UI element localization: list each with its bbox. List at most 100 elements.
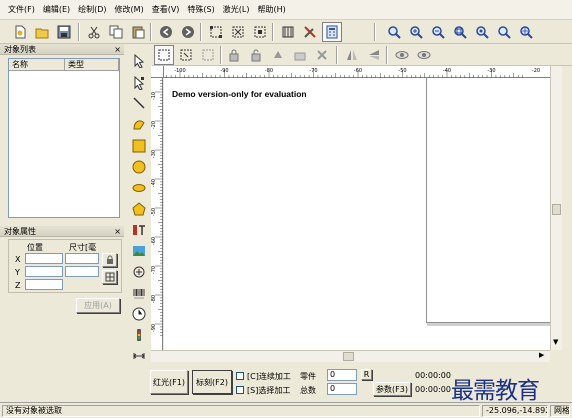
time-elapsed: 00:00:00 bbox=[415, 371, 451, 380]
tools-icon[interactable] bbox=[300, 22, 320, 42]
cut-icon[interactable] bbox=[84, 22, 104, 42]
menu-help[interactable]: 帮助(H) bbox=[253, 4, 289, 15]
mark-button[interactable]: 标刻(F2) bbox=[192, 370, 232, 394]
apply-button[interactable]: 应用(A) bbox=[76, 298, 120, 313]
object-props-title-text: 对象属性 bbox=[4, 227, 36, 236]
menu-draw[interactable]: 绘制(D) bbox=[74, 4, 110, 15]
vertical-scrollbar[interactable]: ▼ bbox=[550, 66, 562, 350]
vector-file-icon[interactable] bbox=[130, 263, 148, 281]
zoom-page-icon[interactable] bbox=[494, 22, 514, 42]
ruler-h-label: -40 bbox=[443, 68, 451, 74]
column-type[interactable]: 类型 bbox=[65, 59, 119, 71]
drawing-canvas[interactable]: Demo version-only for evaluation bbox=[164, 78, 550, 350]
lock-icon[interactable] bbox=[224, 45, 244, 65]
open-folder-icon[interactable] bbox=[32, 22, 52, 42]
menu-laser[interactable]: 激光(L) bbox=[219, 4, 254, 15]
hatch-icon[interactable] bbox=[278, 22, 298, 42]
ruler-h-label: -100 bbox=[174, 68, 185, 74]
polygon-icon[interactable] bbox=[130, 200, 148, 218]
scroll-down-icon[interactable]: ▼ bbox=[553, 338, 558, 346]
size-y-field[interactable] bbox=[65, 266, 99, 277]
size-x-field[interactable] bbox=[65, 253, 99, 264]
object-list-panel: 对象列表 × 名称 类型 bbox=[0, 44, 124, 222]
ellipse-icon[interactable] bbox=[130, 179, 148, 197]
zoom-out-icon[interactable] bbox=[428, 22, 448, 42]
parts-input[interactable]: 0 bbox=[327, 369, 357, 381]
line-icon[interactable] bbox=[130, 94, 148, 112]
lock-ratio-button[interactable] bbox=[102, 253, 117, 267]
bitmap-icon[interactable] bbox=[130, 242, 148, 260]
unlock-icon[interactable] bbox=[246, 45, 266, 65]
timer-icon[interactable] bbox=[130, 305, 148, 323]
total-input[interactable]: 0 bbox=[327, 383, 357, 395]
node-edit-icon[interactable] bbox=[206, 22, 226, 42]
menu-special[interactable]: 特殊(S) bbox=[183, 4, 218, 15]
group-icon[interactable] bbox=[268, 45, 288, 65]
menu-view[interactable]: 查看(V) bbox=[148, 4, 184, 15]
pos-y-field[interactable] bbox=[25, 266, 63, 277]
ungroup-icon[interactable] bbox=[290, 45, 310, 65]
zoom-selection-icon[interactable] bbox=[472, 22, 492, 42]
copy-icon[interactable] bbox=[106, 22, 126, 42]
redo-icon[interactable] bbox=[178, 22, 198, 42]
mirror-horizontal-icon[interactable] bbox=[342, 45, 362, 65]
node-delete-icon[interactable] bbox=[250, 22, 270, 42]
select-grid-icon[interactable] bbox=[198, 45, 218, 65]
mirror-vertical-icon[interactable] bbox=[364, 45, 384, 65]
z-label: Z bbox=[15, 281, 21, 290]
scroll-right-icon[interactable]: ▶ bbox=[539, 351, 544, 359]
combine-icon[interactable] bbox=[312, 45, 332, 65]
base-point-button[interactable] bbox=[102, 270, 117, 284]
save-icon[interactable] bbox=[54, 22, 74, 42]
object-list-box[interactable]: 名称 类型 bbox=[8, 58, 120, 218]
object-list-title: 对象列表 × bbox=[0, 44, 124, 55]
eye-icon[interactable] bbox=[392, 45, 412, 65]
paste-icon[interactable] bbox=[128, 22, 148, 42]
node-arrow-icon[interactable] bbox=[130, 74, 148, 92]
select-area-icon[interactable] bbox=[154, 45, 174, 65]
total-label: 总数 bbox=[300, 386, 316, 395]
ruler-v-label: -80 bbox=[151, 295, 157, 303]
reset-r-button[interactable]: R bbox=[361, 369, 372, 380]
select-process-checkbox[interactable] bbox=[236, 386, 244, 394]
ruler-v-label: -70 bbox=[151, 266, 157, 274]
horizontal-scrollbar[interactable]: ▶ bbox=[151, 350, 550, 362]
undo-icon[interactable] bbox=[156, 22, 176, 42]
node-add-icon[interactable] bbox=[228, 22, 248, 42]
menu-modify[interactable]: 修改(M) bbox=[111, 4, 148, 15]
continuous-checkbox[interactable] bbox=[236, 372, 244, 380]
red-light-button[interactable]: 红光(F1) bbox=[150, 370, 188, 394]
motion-icon[interactable] bbox=[130, 347, 148, 365]
object-list-close-icon[interactable]: × bbox=[114, 44, 121, 55]
status-message: 没有对象被选取 bbox=[2, 405, 480, 417]
zoom-in-icon[interactable] bbox=[406, 22, 426, 42]
status-grid[interactable]: 网格 bbox=[550, 405, 570, 417]
pos-x-field[interactable] bbox=[25, 253, 63, 264]
vertical-scroll-thumb[interactable] bbox=[552, 204, 561, 215]
new-file-icon[interactable] bbox=[10, 22, 30, 42]
work-area-edge bbox=[426, 78, 427, 322]
curve-icon[interactable] bbox=[130, 115, 148, 133]
calculator-icon[interactable] bbox=[322, 22, 342, 42]
ruler-v-label: -90 bbox=[151, 324, 157, 332]
column-name[interactable]: 名称 bbox=[9, 59, 65, 71]
zoom-all-icon[interactable] bbox=[450, 22, 470, 42]
eye-hide-icon[interactable] bbox=[414, 45, 434, 65]
select-cross-icon[interactable] bbox=[176, 45, 196, 65]
menu-file[interactable]: 文件(F) bbox=[4, 4, 39, 15]
rectangle-icon[interactable] bbox=[130, 137, 148, 155]
horizontal-scroll-thumb[interactable] bbox=[343, 352, 354, 361]
port-io-icon[interactable] bbox=[130, 326, 148, 344]
menu-edit[interactable]: 编辑(E) bbox=[39, 4, 74, 15]
param-button[interactable]: 参数(F3) bbox=[373, 382, 411, 396]
zoom-pan-icon[interactable] bbox=[516, 22, 536, 42]
pos-z-field[interactable] bbox=[25, 279, 63, 290]
object-props-close-icon[interactable]: × bbox=[114, 226, 121, 237]
circle-icon[interactable] bbox=[130, 158, 148, 176]
zoom-icon[interactable] bbox=[384, 22, 404, 42]
select-arrow-icon[interactable] bbox=[130, 52, 148, 70]
ruler-h-label: -80 bbox=[265, 68, 273, 74]
object-props-panel: 对象属性 × 位置 尺寸[毫 X Y Z 应用(A) bbox=[0, 226, 124, 322]
barcode-icon[interactable] bbox=[130, 284, 148, 302]
text-icon[interactable] bbox=[130, 221, 148, 239]
